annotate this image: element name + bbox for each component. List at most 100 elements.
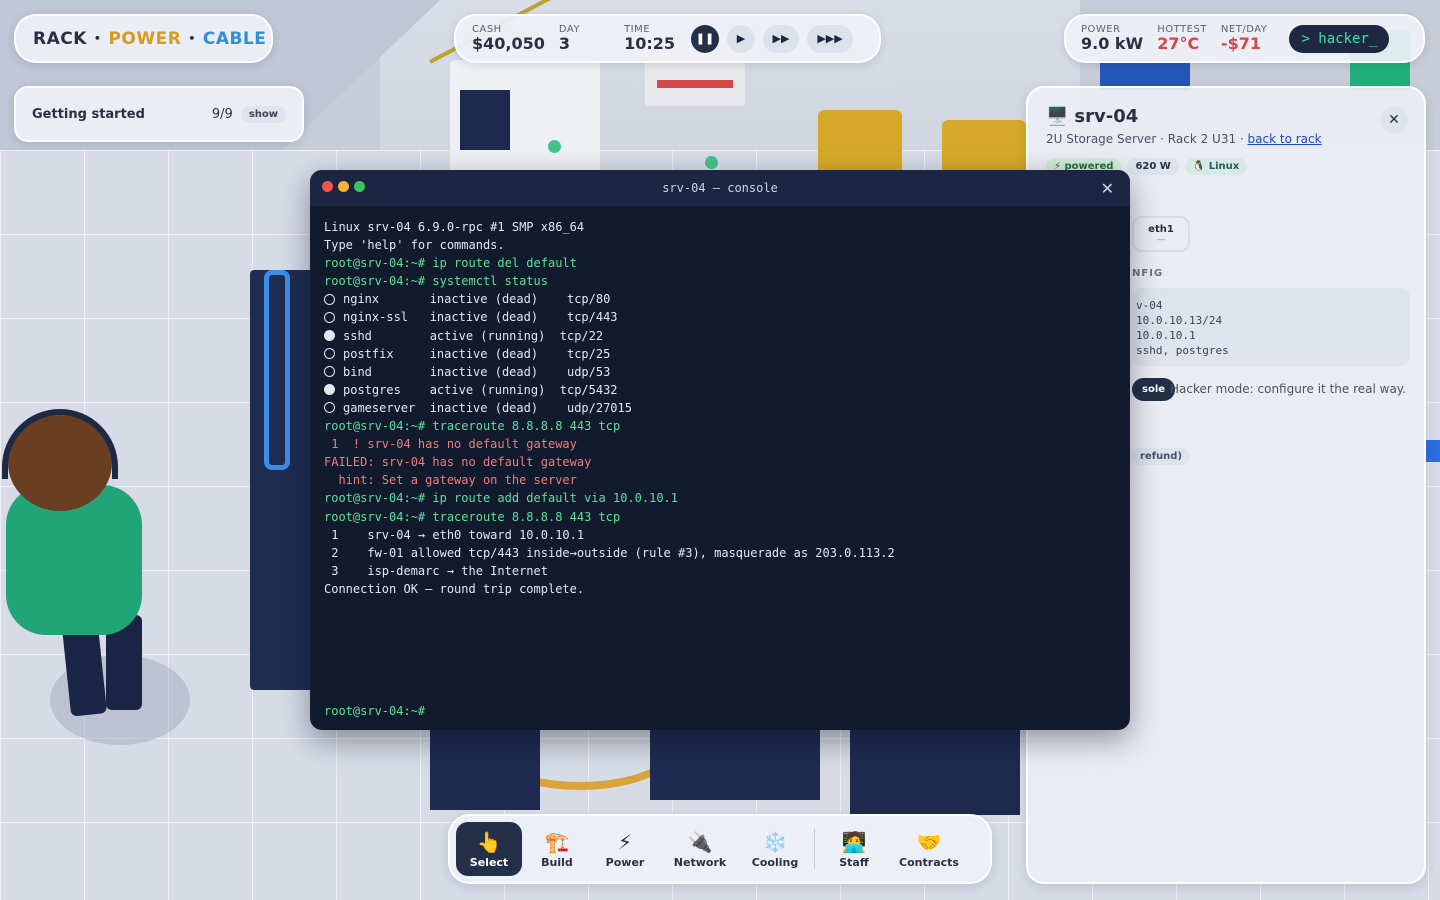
tool-label: Cooling: [751, 855, 799, 869]
window-controls: [322, 181, 365, 192]
status-bullet-icon: [324, 293, 335, 305]
console-line: Linux srv-04 6.9.0-rpc #1 SMP x86_64: [324, 220, 585, 234]
pause-button[interactable]: ❚❚: [691, 24, 720, 53]
server-rack[interactable]: [850, 720, 1020, 815]
crate[interactable]: [942, 120, 1026, 176]
close-icon[interactable]: ✕: [1380, 106, 1408, 134]
service-status-text: nginx inactive (dead) tcp/80: [343, 292, 611, 307]
back-to-rack-link[interactable]: back to rack: [1248, 132, 1322, 146]
crate[interactable]: [818, 110, 902, 176]
close-dot-icon[interactable]: [322, 181, 333, 192]
cash-stat: CASH $40,050: [472, 24, 545, 53]
staff-character[interactable]: [0, 405, 200, 745]
console-line: root@srv-04:~# traceroute 8.8.8.8 443 tc…: [324, 419, 621, 434]
play-button[interactable]: ▶: [727, 24, 756, 53]
interface-name: eth1: [1148, 223, 1174, 235]
tool-power-button[interactable]: ⚡ Power: [592, 822, 658, 876]
console-line: root@srv-04:~# traceroute 8.8.8.8 443 tc…: [324, 509, 621, 524]
console-line: FAILED: srv-04 has no default gateway: [324, 455, 592, 470]
console-line: 1 srv-04 → eth0 toward 10.0.10.1: [324, 527, 585, 542]
tool-cooling-button[interactable]: ❄️ Cooling: [742, 822, 808, 876]
tool-label: Select: [469, 855, 509, 869]
firewall-device[interactable]: [450, 60, 600, 180]
port-indicator: [705, 156, 718, 169]
staff-icon: 🧑‍💻: [841, 829, 867, 854]
tool-select-button[interactable]: 👆 Select: [456, 822, 522, 876]
cash-value: $40,050: [472, 34, 545, 53]
show-button[interactable]: show: [240, 105, 286, 123]
status-bullet-icon: [324, 384, 335, 396]
console-title: srv-04 — console: [662, 181, 778, 195]
service-row: nginx-ssl inactive (dead) tcp/443: [324, 308, 1116, 326]
tool-label: Power: [605, 855, 645, 869]
service-status-text: nginx-ssl inactive (dead) tcp/443: [343, 310, 618, 325]
brand-power: POWER: [108, 28, 182, 49]
power-icon: ⚡: [617, 829, 633, 854]
brand-separator: •: [93, 32, 102, 45]
tool-staff-button[interactable]: 🧑‍💻 Staff: [821, 822, 887, 876]
service-row: bind inactive (dead) udp/53: [324, 363, 1116, 381]
console-window[interactable]: srv-04 — console ✕ Linux srv-04 6.9.0-rp…: [310, 170, 1130, 730]
power-stat: POWER 9.0 kW: [1081, 24, 1143, 53]
service-row: postfix inactive (dead) tcp/25: [324, 345, 1116, 363]
tool-bar: 👆 Select 🏗️ Build ⚡ Power 🔌 Network ❄️ Cooling 🧑‍💻…: [448, 814, 992, 884]
interface-eth1[interactable]: eth1 —: [1132, 216, 1190, 252]
service-status-text: postfix inactive (dead) tcp/25: [343, 346, 611, 361]
server-rack[interactable]: [650, 720, 820, 800]
getting-started-panel[interactable]: Getting started 9/9 show: [14, 86, 304, 142]
speed-controls: ❚❚ ▶ ▶▶ ▶▶▶: [691, 24, 854, 53]
console-titlebar[interactable]: srv-04 — console ✕: [310, 170, 1130, 206]
config-box: v-04 10.0.10.13/24 10.0.10.1 sshd, postg…: [1132, 288, 1410, 366]
fast-forward-button[interactable]: ▶▶: [763, 24, 800, 53]
server-description: 2U Storage Server · Rack 2 U31 ·: [1046, 132, 1248, 146]
server-rack[interactable]: [430, 720, 540, 810]
watts-badge: 620 W: [1127, 158, 1179, 175]
equipment-block: [1424, 440, 1440, 462]
console-line: root@srv-04:~# ip route add default via …: [324, 491, 679, 506]
tool-label: Network: [673, 855, 727, 869]
status-bullet-icon: [324, 366, 335, 378]
tool-network-button[interactable]: 🔌 Network: [660, 822, 740, 876]
server-icon: 🖥️: [1046, 106, 1069, 127]
service-status-text: sshd active (running) tcp/22: [343, 328, 604, 343]
tool-label: Staff: [839, 855, 869, 869]
hacker-mode-button[interactable]: > hacker_: [1289, 24, 1390, 53]
inspector-subtitle: 2U Storage Server · Rack 2 U31 · back to…: [1046, 132, 1322, 146]
port-indicator: [548, 140, 561, 153]
service-status-text: bind inactive (dead) udp/53: [343, 364, 611, 379]
power-value: 9.0 kW: [1081, 34, 1144, 53]
close-icon[interactable]: ✕: [1101, 179, 1114, 198]
service-status-text: postgres active (running) tcp/5432: [343, 382, 618, 397]
network-icon: 🔌: [687, 829, 713, 854]
service-row: gameserver inactive (dead) udp/27015: [324, 399, 1116, 417]
config-line: sshd, postgres: [1136, 344, 1229, 357]
console-line: 3 isp-demarc → the Internet: [324, 563, 548, 578]
contracts-icon: 🤝: [916, 829, 942, 854]
service-row: sshd active (running) tcp/22: [324, 327, 1116, 345]
console-line: 1 ! srv-04 has no default gateway: [324, 437, 577, 452]
fastest-button[interactable]: ▶▶▶: [807, 24, 854, 53]
inspector-title: 🖥️ srv-04: [1046, 106, 1138, 127]
tool-build-button[interactable]: 🏗️ Build: [524, 822, 590, 876]
status-bullet-icon: [324, 402, 335, 414]
tool-contracts-button[interactable]: 🤝 Contracts: [889, 822, 969, 876]
status-bullet-icon: [324, 330, 335, 342]
console-line: root@srv-04:~# ip route del default: [324, 256, 577, 271]
select-icon: 👆: [476, 829, 502, 854]
console-line: Type 'help' for commands.: [324, 238, 505, 253]
service-row: postgres active (running) tcp/5432: [324, 381, 1116, 399]
refund-button[interactable]: refund): [1132, 448, 1191, 465]
maximize-dot-icon[interactable]: [354, 181, 365, 192]
config-line: 10.0.10.13/24: [1136, 314, 1223, 327]
day-stat: DAY 3: [559, 24, 580, 53]
console-prompt[interactable]: root@srv-04:~#: [324, 704, 425, 718]
config-line: v-04: [1136, 299, 1163, 312]
hottest-value: 27°C: [1157, 34, 1200, 53]
clock-bar: CASH $40,050 DAY 3 TIME 10:25 ❚❚ ▶ ▶▶ ▶▶…: [454, 14, 881, 63]
service-row: nginx inactive (dead) tcp/80: [324, 290, 1116, 308]
hottest-stat: HOTTEST 27°C: [1157, 24, 1207, 53]
time-value: 10:25: [624, 34, 676, 53]
minimize-dot-icon[interactable]: [338, 181, 349, 192]
console-button[interactable]: sole: [1132, 378, 1176, 401]
os-badge: 🐧 Linux: [1184, 158, 1248, 175]
